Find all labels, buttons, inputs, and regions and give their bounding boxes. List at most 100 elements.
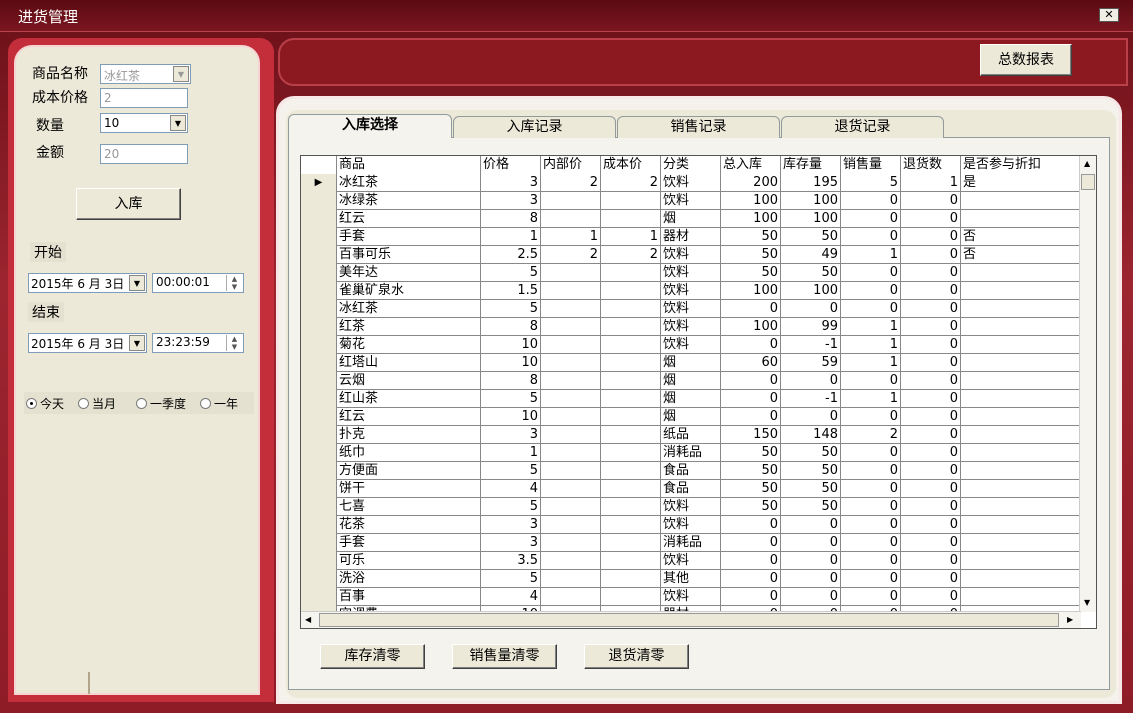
cell-returns[interactable]: 0 <box>901 336 961 354</box>
cell-category[interactable]: 饮料 <box>661 588 721 606</box>
cell-category[interactable]: 饮料 <box>661 300 721 318</box>
cell-product[interactable]: 纸巾 <box>337 444 481 462</box>
column-header-inventory[interactable]: 库存量 <box>781 156 841 174</box>
cell-discount[interactable] <box>961 372 1081 390</box>
cell-returns[interactable]: 1 <box>901 174 961 192</box>
start-date-picker[interactable]: 2015年 6 月 3日 ▼ <box>28 273 147 293</box>
cell-category[interactable]: 饮料 <box>661 516 721 534</box>
cell-inventory[interactable]: 100 <box>781 210 841 228</box>
cell-cost-price[interactable] <box>601 192 661 210</box>
row-selector[interactable] <box>301 264 337 282</box>
cell-discount[interactable] <box>961 570 1081 588</box>
cell-cost-price[interactable] <box>601 426 661 444</box>
cell-sales[interactable]: 2 <box>841 426 901 444</box>
cell-price[interactable]: 5 <box>481 264 541 282</box>
cell-discount[interactable] <box>961 498 1081 516</box>
cell-sales[interactable]: 1 <box>841 318 901 336</box>
cell-category[interactable]: 饮料 <box>661 174 721 192</box>
cell-price[interactable]: 8 <box>481 318 541 336</box>
cell-returns[interactable]: 0 <box>901 264 961 282</box>
cell-internal-price[interactable] <box>541 264 601 282</box>
table-row[interactable]: 菊花 10 饮料 0 -1 1 0 <box>301 336 1081 354</box>
cell-sales[interactable]: 0 <box>841 480 901 498</box>
scroll-thumb[interactable] <box>1081 174 1095 190</box>
cell-inventory[interactable]: 50 <box>781 480 841 498</box>
cell-internal-price[interactable] <box>541 498 601 516</box>
cell-returns[interactable]: 0 <box>901 462 961 480</box>
cell-cost-price[interactable] <box>601 534 661 552</box>
product-grid[interactable]: 商品 价格 内部价 成本价 分类 总入库 库存量 销售量 退货数 是否参与折扣 ▶ 冰红茶 3 2 2 饮料 2… <box>300 155 1097 629</box>
cell-cost-price[interactable] <box>601 336 661 354</box>
cell-sales[interactable]: 0 <box>841 516 901 534</box>
table-row[interactable]: 手套 1 1 1 器材 50 50 0 0 否 <box>301 228 1081 246</box>
cell-returns[interactable]: 0 <box>901 552 961 570</box>
table-row[interactable]: 云烟 8 烟 0 0 0 0 <box>301 372 1081 390</box>
cell-price[interactable]: 3.5 <box>481 552 541 570</box>
cell-total-stock-in[interactable]: 100 <box>721 318 781 336</box>
column-header-cost-price[interactable]: 成本价 <box>601 156 661 174</box>
cell-total-stock-in[interactable]: 50 <box>721 480 781 498</box>
cell-sales[interactable]: 0 <box>841 372 901 390</box>
row-selector[interactable] <box>301 534 337 552</box>
cell-total-stock-in[interactable]: 0 <box>721 516 781 534</box>
tab-return-records[interactable]: 退货记录 <box>781 116 944 138</box>
table-row[interactable]: 方便面 5 食品 50 50 0 0 <box>301 462 1081 480</box>
cell-returns[interactable]: 0 <box>901 498 961 516</box>
cell-price[interactable]: 3 <box>481 174 541 192</box>
cell-total-stock-in[interactable]: 0 <box>721 408 781 426</box>
table-row[interactable]: 红塔山 10 烟 60 59 1 0 <box>301 354 1081 372</box>
row-selector[interactable] <box>301 336 337 354</box>
cell-discount[interactable] <box>961 408 1081 426</box>
cell-sales[interactable]: 0 <box>841 444 901 462</box>
cell-total-stock-in[interactable]: 0 <box>721 588 781 606</box>
cell-category[interactable]: 烟 <box>661 390 721 408</box>
column-header-total-stock-in[interactable]: 总入库 <box>721 156 781 174</box>
cell-cost-price[interactable] <box>601 354 661 372</box>
table-row[interactable]: 百事 4 饮料 0 0 0 0 <box>301 588 1081 606</box>
cell-product[interactable]: 冰绿茶 <box>337 192 481 210</box>
cell-price[interactable]: 10 <box>481 336 541 354</box>
cell-sales[interactable]: 0 <box>841 264 901 282</box>
cell-returns[interactable]: 0 <box>901 444 961 462</box>
cell-cost-price[interactable] <box>601 372 661 390</box>
cell-discount[interactable] <box>961 444 1081 462</box>
cell-discount[interactable] <box>961 426 1081 444</box>
end-time-spinner[interactable]: 23:23:59 ▲ ▼ <box>152 333 244 353</box>
row-selector[interactable] <box>301 210 337 228</box>
cell-sales[interactable]: 0 <box>841 228 901 246</box>
cell-product[interactable]: 菊花 <box>337 336 481 354</box>
cell-internal-price[interactable] <box>541 408 601 426</box>
end-date-picker[interactable]: 2015年 6 月 3日 ▼ <box>28 333 147 353</box>
cell-total-stock-in[interactable]: 0 <box>721 570 781 588</box>
table-row[interactable]: 扑克 3 纸品 150 148 2 0 <box>301 426 1081 444</box>
row-selector[interactable] <box>301 192 337 210</box>
column-header-product[interactable]: 商品 <box>337 156 481 174</box>
cell-discount[interactable] <box>961 264 1081 282</box>
row-selector[interactable] <box>301 552 337 570</box>
column-header-discount[interactable]: 是否参与折扣 <box>961 156 1081 174</box>
cell-returns[interactable]: 0 <box>901 282 961 300</box>
row-selector[interactable] <box>301 516 337 534</box>
cell-category[interactable]: 饮料 <box>661 282 721 300</box>
cell-cost-price[interactable]: 2 <box>601 246 661 264</box>
cell-internal-price[interactable] <box>541 480 601 498</box>
cell-inventory[interactable]: 0 <box>781 534 841 552</box>
product-name-select[interactable]: 冰红茶 ▼ <box>100 64 191 84</box>
cell-category[interactable]: 饮料 <box>661 246 721 264</box>
cell-total-stock-in[interactable]: 50 <box>721 498 781 516</box>
cell-sales[interactable]: 0 <box>841 408 901 426</box>
cell-cost-price[interactable] <box>601 282 661 300</box>
cell-inventory[interactable]: 100 <box>781 282 841 300</box>
cell-total-stock-in[interactable]: 0 <box>721 534 781 552</box>
radio-year[interactable]: 一年 <box>200 395 238 412</box>
cell-product[interactable]: 红塔山 <box>337 354 481 372</box>
cell-product[interactable]: 扑克 <box>337 426 481 444</box>
cell-sales[interactable]: 0 <box>841 552 901 570</box>
cell-internal-price[interactable] <box>541 462 601 480</box>
cell-total-stock-in[interactable]: 50 <box>721 444 781 462</box>
cell-price[interactable]: 5 <box>481 300 541 318</box>
table-row[interactable]: 冰绿茶 3 饮料 100 100 0 0 <box>301 192 1081 210</box>
cell-internal-price[interactable] <box>541 444 601 462</box>
cell-cost-price[interactable] <box>601 480 661 498</box>
cell-product[interactable]: 手套 <box>337 228 481 246</box>
